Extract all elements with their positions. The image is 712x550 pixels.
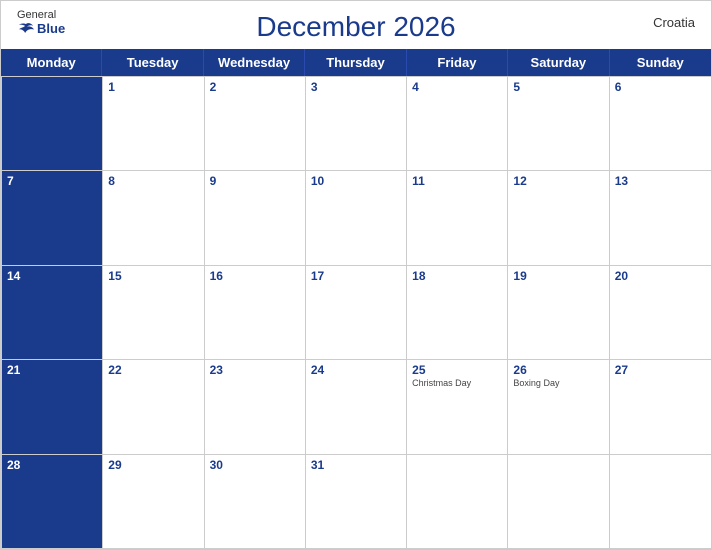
day-cell: 25Christmas Day — [407, 360, 508, 453]
day-cell: 19 — [508, 266, 609, 359]
day-number: 10 — [311, 174, 401, 188]
day-cell: 26Boxing Day — [508, 360, 609, 453]
day-cell: 30 — [205, 455, 306, 548]
day-header-friday: Friday — [407, 49, 508, 76]
day-cell: 9 — [205, 171, 306, 264]
day-cell: 31 — [306, 455, 407, 548]
day-header-wednesday: Wednesday — [204, 49, 305, 76]
day-number: 5 — [513, 80, 603, 94]
day-header-saturday: Saturday — [508, 49, 609, 76]
calendar-header: General Blue December 2026 Croatia — [1, 1, 711, 49]
day-number: 8 — [108, 174, 198, 188]
logo-general-text: General — [17, 9, 56, 21]
day-number: 13 — [615, 174, 706, 188]
logo-blue-text: Blue — [17, 21, 65, 36]
day-number: 20 — [615, 269, 706, 283]
day-number: 4 — [412, 80, 502, 94]
day-number: 29 — [108, 458, 198, 472]
day-cell: 29 — [103, 455, 204, 548]
day-cell: 17 — [306, 266, 407, 359]
day-cell: 2 — [205, 77, 306, 170]
day-number: 31 — [311, 458, 401, 472]
day-cell: 16 — [205, 266, 306, 359]
day-cell: 18 — [407, 266, 508, 359]
day-cell: 23 — [205, 360, 306, 453]
day-number: 15 — [108, 269, 198, 283]
day-number: 14 — [7, 269, 97, 283]
day-cell: 5 — [508, 77, 609, 170]
day-number: 17 — [311, 269, 401, 283]
day-number: 30 — [210, 458, 300, 472]
day-cell — [2, 77, 103, 170]
day-cell: 1 — [103, 77, 204, 170]
week-row-3: 14 15 16 17 18 19 20 — [2, 265, 711, 359]
day-headers-row: Monday Tuesday Wednesday Thursday Friday… — [1, 49, 711, 76]
week-row-4: 2122232425Christmas Day26Boxing Day27 — [2, 359, 711, 453]
day-cell: 14 — [2, 266, 103, 359]
day-header-monday: Monday — [1, 49, 102, 76]
day-cell — [407, 455, 508, 548]
day-cell: 3 — [306, 77, 407, 170]
logo: General Blue — [17, 9, 65, 36]
day-cell: 11 — [407, 171, 508, 264]
calendar: General Blue December 2026 Croatia Monda… — [0, 0, 712, 550]
day-cell: 27 — [610, 360, 711, 453]
day-number: 1 — [108, 80, 198, 94]
day-cell: 13 — [610, 171, 711, 264]
day-number: 22 — [108, 363, 198, 377]
day-cell: 7 — [2, 171, 103, 264]
day-header-sunday: Sunday — [610, 49, 711, 76]
month-title: December 2026 — [256, 11, 455, 43]
day-number: 25 — [412, 363, 502, 377]
day-number: 26 — [513, 363, 603, 377]
day-cell: 6 — [610, 77, 711, 170]
day-number: 3 — [311, 80, 401, 94]
day-number: 2 — [210, 80, 300, 94]
calendar-grid: 1234567891011121314151617181920212223242… — [1, 76, 711, 549]
day-number: 6 — [615, 80, 706, 94]
day-number: 21 — [7, 363, 97, 377]
day-cell — [508, 455, 609, 548]
holiday-label: Christmas Day — [412, 378, 502, 390]
day-header-tuesday: Tuesday — [102, 49, 203, 76]
week-row-2: 789 10 11 12 13 — [2, 170, 711, 264]
day-cell: 24 — [306, 360, 407, 453]
day-header-thursday: Thursday — [305, 49, 406, 76]
day-cell: 10 — [306, 171, 407, 264]
week-row-5: 28 29 30 31 — [2, 454, 711, 548]
day-number: 11 — [412, 174, 502, 188]
day-cell: 28 — [2, 455, 103, 548]
logo-bird-icon — [17, 22, 35, 36]
day-number: 27 — [615, 363, 706, 377]
day-cell: 15 — [103, 266, 204, 359]
day-number: 16 — [210, 269, 300, 283]
day-cell: 21 — [2, 360, 103, 453]
day-number: 12 — [513, 174, 603, 188]
day-number: 19 — [513, 269, 603, 283]
week-row-1: 123456 — [2, 76, 711, 170]
day-number: 18 — [412, 269, 502, 283]
country-label: Croatia — [653, 15, 695, 30]
day-cell: 20 — [610, 266, 711, 359]
day-cell: 8 — [103, 171, 204, 264]
day-number: 7 — [7, 174, 97, 188]
holiday-label: Boxing Day — [513, 378, 603, 390]
day-cell — [610, 455, 711, 548]
day-number: 9 — [210, 174, 300, 188]
day-cell: 22 — [103, 360, 204, 453]
day-number: 28 — [7, 458, 97, 472]
day-number: 24 — [311, 363, 401, 377]
day-cell: 4 — [407, 77, 508, 170]
day-cell: 12 — [508, 171, 609, 264]
day-number: 23 — [210, 363, 300, 377]
